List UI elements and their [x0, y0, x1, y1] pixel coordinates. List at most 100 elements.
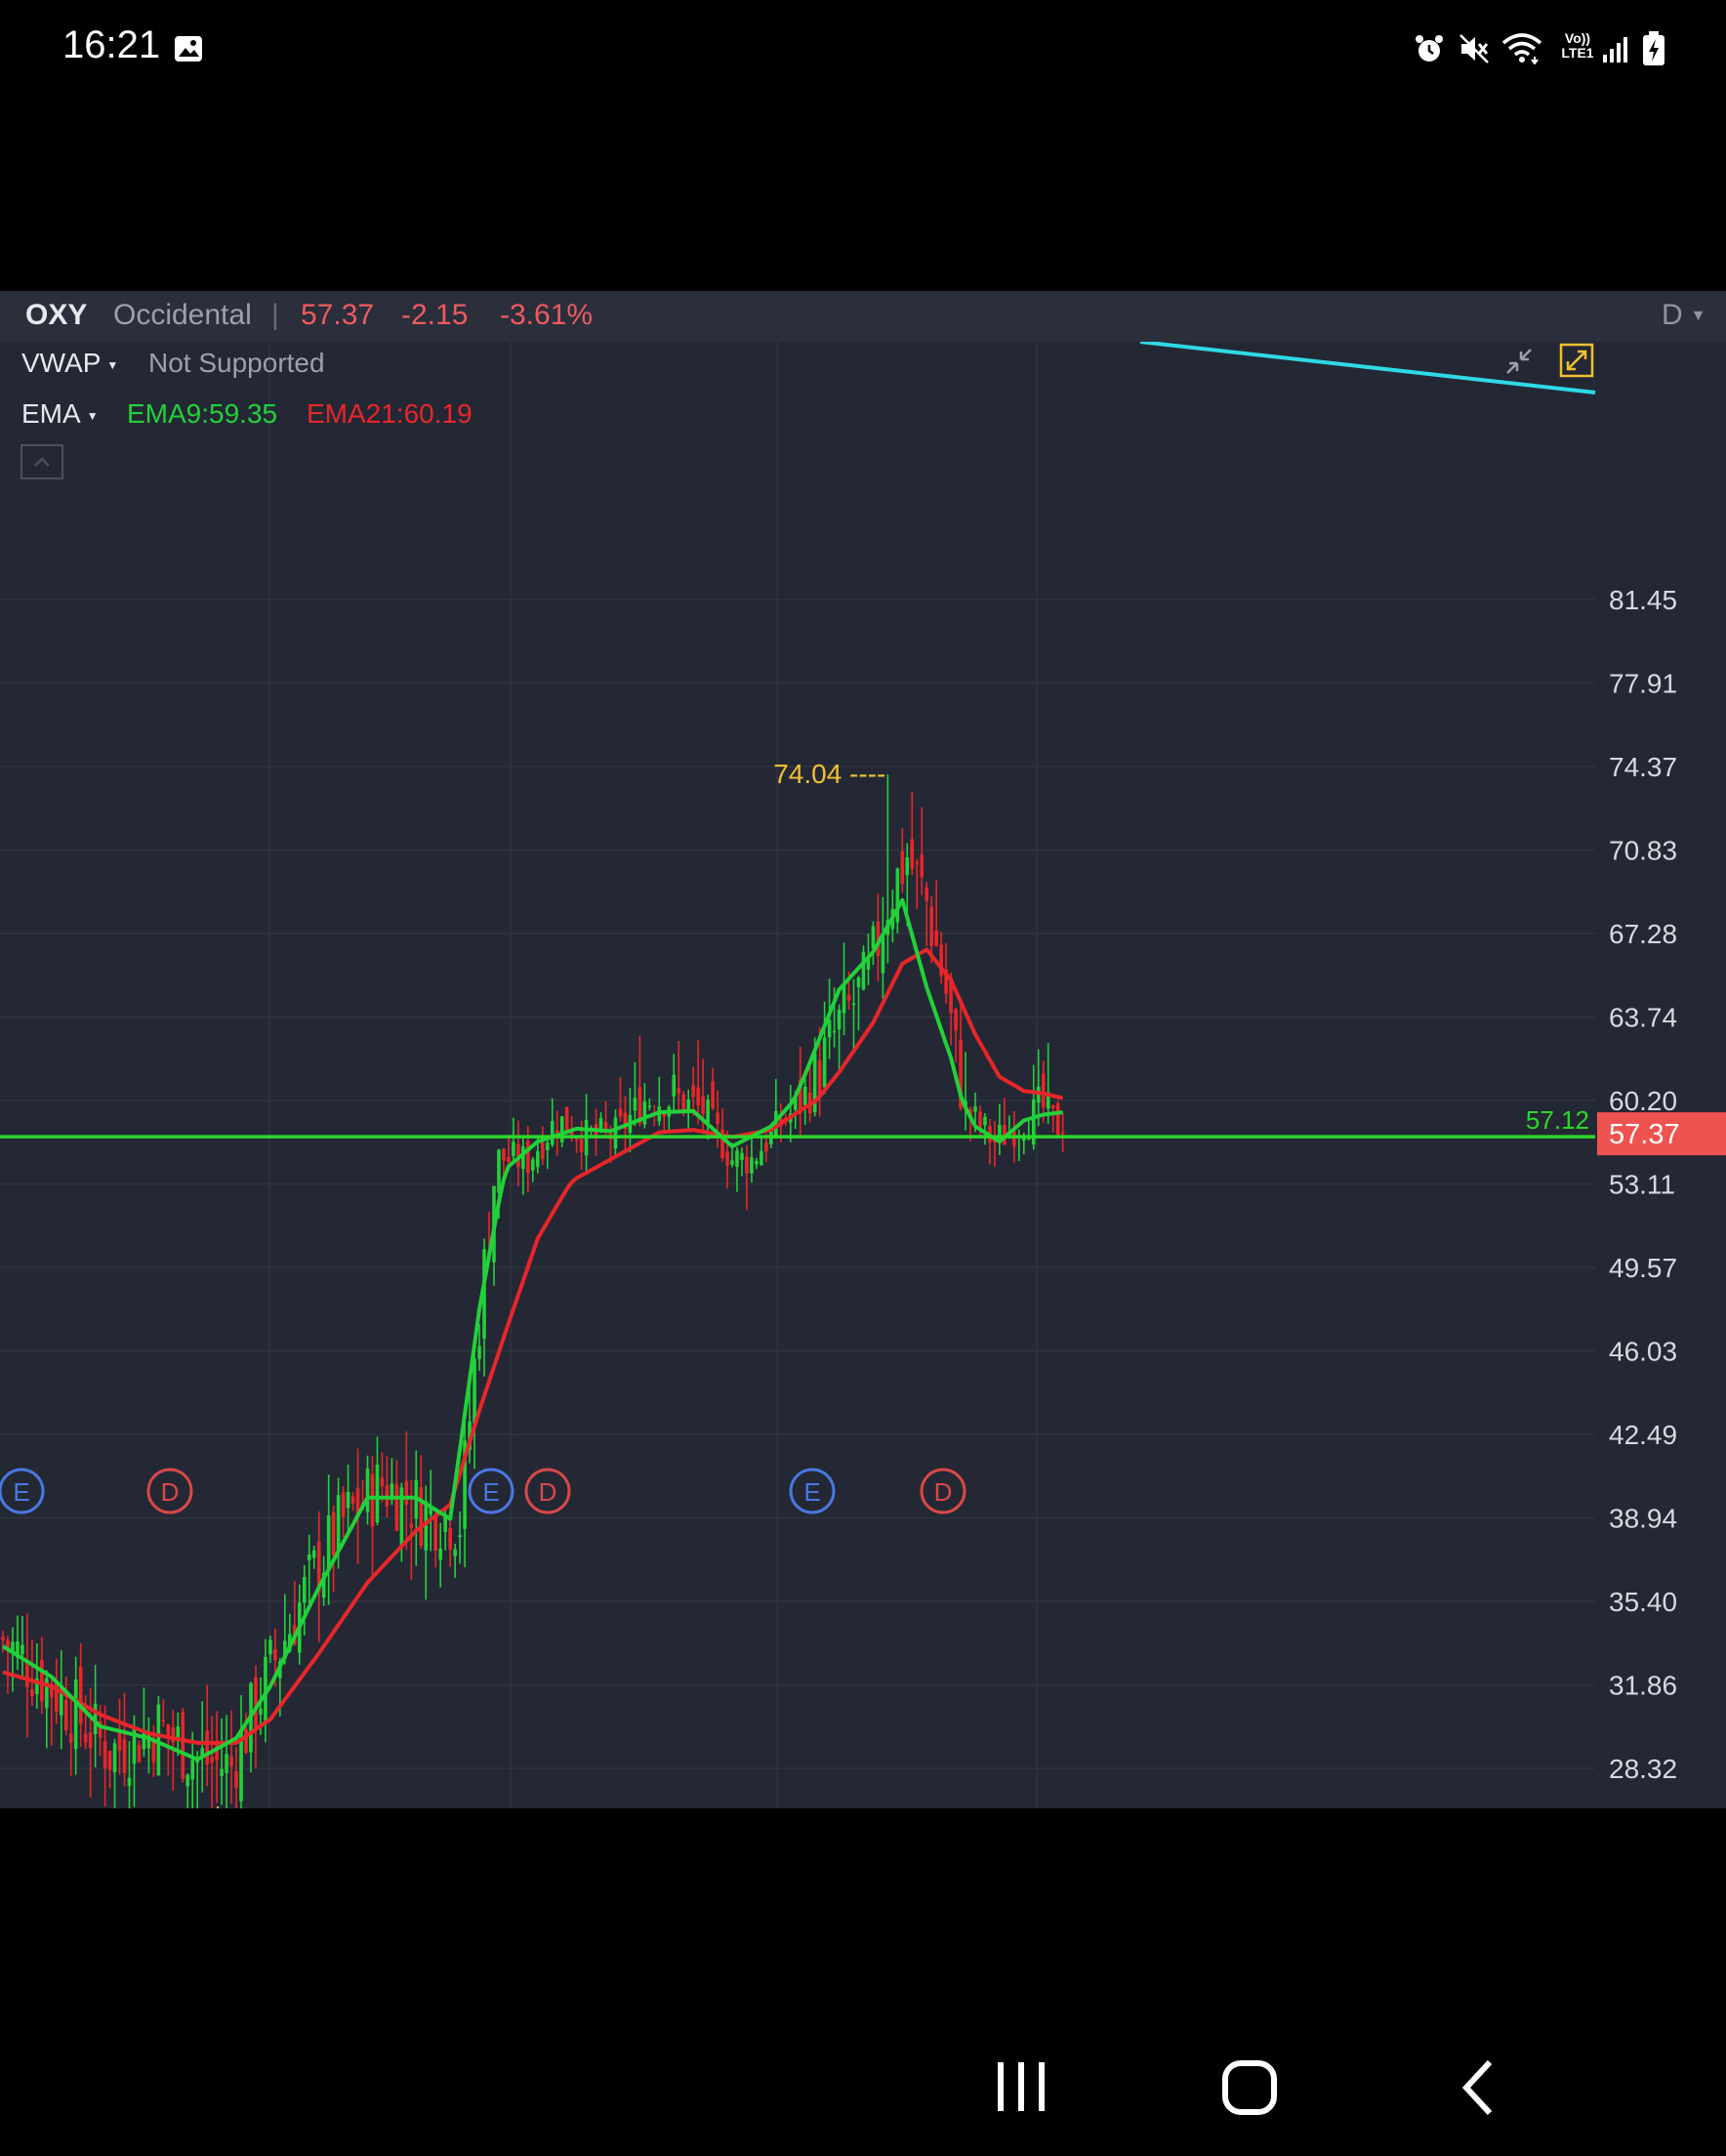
y-axis-label: 70.83 — [1609, 836, 1677, 866]
fullscreen-icon[interactable] — [1559, 343, 1594, 378]
candle-body — [526, 1140, 530, 1174]
price-chart[interactable]: 57.12 74.04 ---- └---- 26.05 81.45 77.91 74.3… — [0, 342, 1726, 1808]
ema9-line — [1, 897, 1063, 1762]
candle-body — [497, 1149, 501, 1193]
candle-body — [915, 862, 920, 864]
candle-body — [696, 1087, 700, 1106]
candle-body — [555, 1130, 559, 1134]
candle-body — [764, 1142, 768, 1152]
candle-body — [934, 930, 938, 946]
candle-body — [760, 1150, 763, 1166]
candle-body — [40, 1659, 44, 1702]
price-change: -2.15 — [401, 299, 469, 331]
candle-body — [190, 1760, 195, 1780]
candle-body — [691, 1085, 695, 1098]
quote-header: OXY Occidental | 57.37 -2.15 -3.61% D ▼ — [0, 291, 1726, 342]
current-price-label: 57.37 — [1609, 1119, 1680, 1150]
candle-body — [954, 1009, 958, 1031]
candle-body — [613, 1117, 618, 1149]
candle-body — [302, 1577, 307, 1603]
candle-body — [83, 1733, 88, 1743]
volte-label-bottom: LTE1 — [1561, 45, 1594, 61]
candle-body — [574, 1139, 579, 1140]
candle-body — [817, 1059, 822, 1097]
y-axis-label: 63.74 — [1609, 1003, 1677, 1033]
candle-body — [1041, 1073, 1046, 1108]
y-axis-label: 46.03 — [1609, 1337, 1677, 1367]
mute-icon — [1459, 34, 1489, 63]
candle-body — [598, 1118, 603, 1129]
timeframe-selector[interactable]: D ▼ — [1662, 299, 1706, 332]
candle-body — [63, 1699, 68, 1730]
dividend-marker-label: D — [934, 1477, 953, 1507]
candle-body — [881, 936, 885, 974]
y-axis-label: 81.45 — [1609, 585, 1677, 615]
candle-body — [311, 1550, 316, 1558]
candle-body — [380, 1477, 385, 1487]
candle-body — [273, 1649, 277, 1661]
candle-body — [205, 1730, 209, 1765]
candle-body — [68, 1733, 73, 1743]
collapse-indicators-button[interactable] — [21, 444, 63, 479]
alarm-icon — [1416, 35, 1443, 62]
chevron-down-icon: ▼ — [106, 357, 119, 372]
candle-body — [701, 1096, 705, 1114]
vwap-label: VWAP — [21, 348, 102, 378]
candle-body — [735, 1150, 739, 1167]
candle-body — [336, 1495, 341, 1552]
candle-body — [225, 1754, 228, 1773]
candle-body — [540, 1141, 545, 1159]
candle-body — [846, 994, 851, 1001]
candle-body — [268, 1639, 272, 1655]
ema-label: EMA — [21, 398, 81, 429]
candle-body — [856, 977, 861, 987]
y-axis-label: 77.91 — [1609, 669, 1677, 699]
candle-body — [220, 1768, 224, 1776]
back-icon[interactable] — [1459, 2060, 1498, 2115]
price-change-percent: -3.61% — [500, 299, 594, 331]
y-axis-label: 35.40 — [1609, 1587, 1677, 1617]
horizontal-line-label: 57.12 — [1526, 1105, 1589, 1135]
candle-body — [706, 1099, 710, 1124]
recent-apps-icon[interactable] — [992, 2060, 1050, 2115]
candle-body — [861, 951, 866, 990]
candle-body — [1050, 1104, 1055, 1108]
candle-body — [127, 1777, 132, 1786]
y-axis-label: 74.37 — [1609, 752, 1677, 782]
signal-icon — [1603, 37, 1627, 62]
candle-body — [176, 1726, 181, 1738]
ema21-value: EMA21:60.19 — [307, 398, 473, 429]
candle-body — [672, 1074, 677, 1097]
chevron-down-icon: ▼ — [1690, 308, 1706, 325]
candle-body — [244, 1728, 248, 1754]
vwap-selector[interactable]: VWAP ▼ — [21, 348, 118, 379]
candle-body — [394, 1483, 399, 1531]
candle-body — [507, 1156, 511, 1162]
candle-body — [978, 1111, 982, 1128]
company-name: Occidental — [113, 299, 252, 331]
candle-body — [458, 1535, 462, 1538]
candle-body — [633, 1098, 637, 1111]
chart-app: OXY Occidental | 57.37 -2.15 -3.61% D ▼ 5… — [0, 291, 1726, 1808]
candle-body — [618, 1108, 623, 1117]
chevron-up-icon — [34, 457, 50, 467]
candle-body — [107, 1751, 112, 1770]
ema-selector[interactable]: EMA ▼ — [21, 398, 99, 430]
dividend-marker-label: D — [161, 1477, 180, 1507]
ticker-symbol[interactable]: OXY — [25, 299, 87, 332]
candle-body — [910, 839, 915, 869]
collapse-icon[interactable] — [1506, 349, 1532, 374]
candle-body — [905, 856, 910, 876]
chevron-down-icon: ▼ — [86, 408, 99, 423]
candle-body — [750, 1157, 754, 1174]
candle-body — [30, 1688, 34, 1696]
y-axis-label: 42.49 — [1609, 1420, 1677, 1450]
low-annotation: └---- 26.05 — [208, 1806, 340, 1808]
trendline — [1139, 342, 1596, 394]
header-separator: | — [271, 299, 279, 331]
candle-body — [871, 926, 876, 949]
candle-body — [900, 850, 905, 885]
home-icon[interactable] — [1220, 2060, 1279, 2115]
candle-body — [998, 1125, 1002, 1136]
y-axis-label: 67.28 — [1609, 919, 1677, 949]
